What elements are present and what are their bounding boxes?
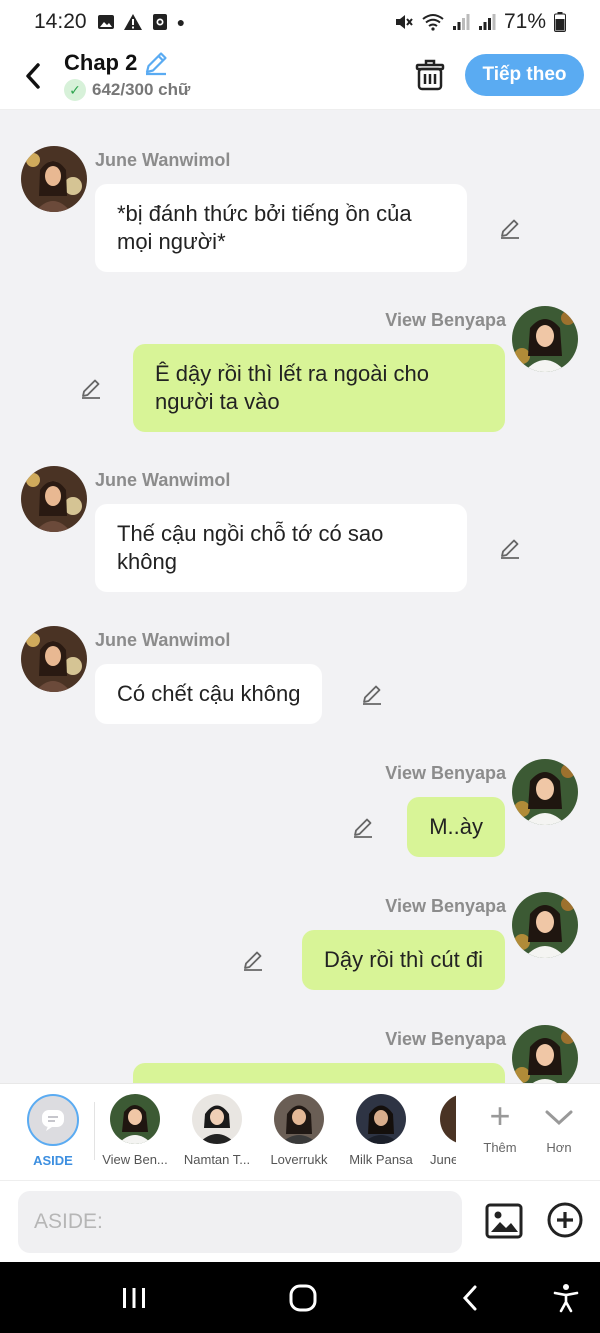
avatar — [110, 1094, 160, 1144]
message-bubble[interactable]: *bị đánh thức bởi tiếng ồn của mọi người… — [95, 184, 467, 272]
message-bubble[interactable]: M..ày — [407, 797, 505, 857]
character-name: Loverrukk — [270, 1152, 328, 1167]
message-bubble[interactable]: Dậy rồi thì cút đi — [302, 930, 505, 990]
system-nav-bar — [0, 1262, 600, 1333]
sender-name: View Benyapa — [385, 896, 506, 916]
chevron-down-icon — [529, 1094, 589, 1138]
back-icon — [462, 1285, 477, 1311]
character-name: Milk Pansa — [349, 1152, 413, 1167]
back-button[interactable] — [16, 56, 50, 96]
next-button[interactable]: Tiếp theo — [465, 54, 584, 96]
character-item[interactable]: Namtan T... — [176, 1094, 258, 1167]
home-icon — [289, 1284, 317, 1312]
avatar[interactable] — [21, 626, 87, 692]
sender-name: June Wanwimol — [95, 470, 231, 490]
message-bubble[interactable]: Thế cậu ngồi chỗ tớ có sao không — [95, 504, 467, 592]
check-icon: ✓ — [64, 79, 86, 101]
avatar — [274, 1094, 324, 1144]
sender-name: View Benyapa — [385, 1029, 506, 1049]
accessibility-button[interactable] — [546, 1280, 586, 1316]
edit-message-icon[interactable] — [360, 682, 384, 706]
sender-name: View Benyapa — [385, 310, 506, 330]
avatar[interactable] — [512, 306, 578, 372]
back-nav-button[interactable] — [450, 1280, 490, 1316]
character-name: View Ben... — [102, 1152, 168, 1167]
image-upload-icon[interactable] — [484, 1201, 524, 1241]
avatar — [356, 1094, 406, 1144]
sender-name: View Benyapa — [385, 763, 506, 783]
character-item[interactable]: Milk Pansa — [340, 1094, 422, 1167]
mute-icon — [395, 15, 413, 29]
recent-apps-icon — [123, 1288, 145, 1308]
message-input[interactable] — [18, 1191, 462, 1253]
character-bar: ASIDE View Ben... Namtan T... Loverrukk … — [0, 1083, 600, 1180]
sender-name: June Wanwimol — [95, 630, 231, 650]
aside-button[interactable]: ASIDE — [12, 1094, 94, 1168]
accessibility-icon — [553, 1284, 579, 1313]
avatar[interactable] — [21, 466, 87, 532]
character-item[interactable]: View Ben... — [94, 1094, 176, 1167]
avatar[interactable] — [21, 146, 87, 212]
avatar[interactable] — [512, 759, 578, 825]
input-bar — [0, 1180, 600, 1262]
edit-message-icon[interactable] — [498, 536, 522, 560]
screen-record-icon — [152, 14, 167, 30]
message-bubble[interactable]: Có chết cậu không — [95, 664, 323, 724]
wifi-icon — [422, 14, 444, 31]
character-item[interactable]: Loverrukk — [258, 1094, 340, 1167]
edit-title-icon[interactable] — [143, 50, 169, 76]
back-arrow-icon — [26, 63, 40, 89]
edit-message-icon[interactable] — [351, 815, 375, 839]
avatar — [440, 1094, 456, 1144]
warning-icon — [123, 14, 142, 30]
word-count: 642/300 chữ — [92, 80, 191, 99]
edit-message-icon[interactable] — [498, 216, 522, 240]
character-name: Namtan T... — [183, 1152, 251, 1167]
add-character-button[interactable]: + Thêm — [470, 1094, 530, 1155]
signal-icon — [452, 14, 470, 30]
more-label: Hơn — [546, 1140, 572, 1155]
chat-area[interactable]: June Wanwimol *bị đánh thức bởi tiếng ồn… — [0, 110, 600, 1083]
status-time: 14:20 — [34, 10, 87, 33]
chapter-title[interactable]: Chap 2 — [64, 50, 137, 76]
chat-bubble-icon — [42, 1110, 64, 1131]
more-button[interactable]: Hơn — [529, 1094, 589, 1155]
signal-icon — [478, 14, 496, 30]
image-icon — [97, 15, 114, 29]
trash-icon[interactable] — [414, 58, 446, 92]
aside-label: ASIDE — [33, 1153, 73, 1168]
avatar[interactable] — [512, 1025, 578, 1083]
home-button[interactable] — [283, 1280, 323, 1316]
plus-icon: + — [489, 1095, 511, 1136]
message-bubble[interactable]: Ê dậy rồi thì lết ra ngoài cho người ta … — [133, 344, 505, 432]
add-circle-icon[interactable] — [546, 1201, 584, 1239]
edit-message-icon[interactable] — [241, 948, 265, 972]
avatar — [192, 1094, 242, 1144]
character-item[interactable]: June — [422, 1094, 456, 1167]
message-bubble[interactable] — [133, 1063, 505, 1083]
dot-icon: ● — [176, 14, 186, 30]
avatar[interactable] — [512, 892, 578, 958]
edit-message-icon[interactable] — [79, 376, 103, 400]
recent-apps-button[interactable] — [114, 1280, 154, 1316]
battery-percent: 71% — [503, 10, 546, 33]
add-label: Thêm — [483, 1140, 517, 1155]
battery-icon — [554, 12, 566, 32]
app-header: Chap 2 ✓ 642/300 chữ Tiếp theo — [0, 44, 600, 110]
status-bar: 14:20 ● 71% — [0, 0, 600, 44]
character-name: June — [430, 1152, 456, 1167]
sender-name: June Wanwimol — [95, 150, 231, 170]
